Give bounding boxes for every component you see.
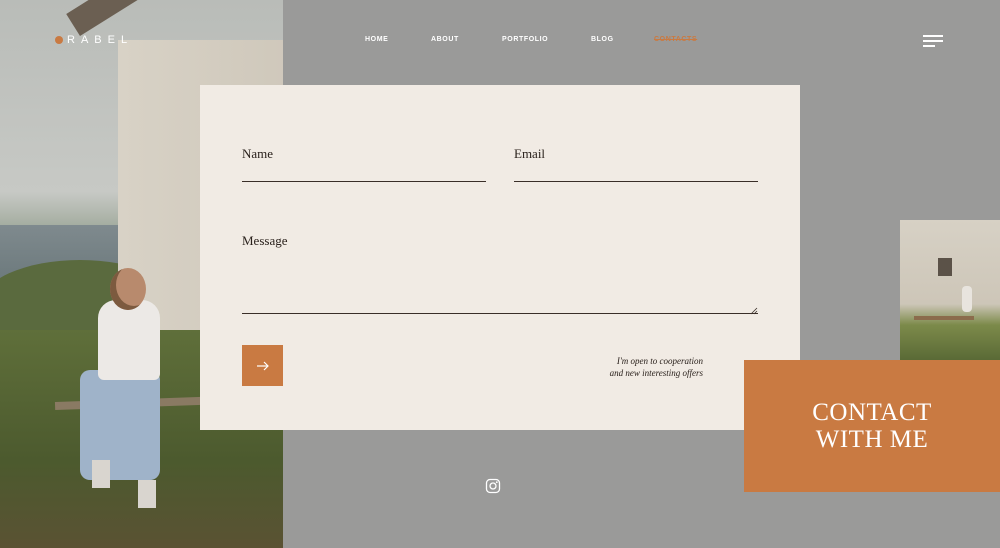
instagram-icon[interactable] [485,478,501,494]
cooperation-note: I'm open to cooperation and new interest… [560,355,703,379]
menu-line [923,40,943,42]
photo-person-top [98,300,160,380]
menu-line [923,45,935,47]
photo-person-head [110,268,146,310]
main-nav: HOME ABOUT PORTFOLIO BLOG CONTACTS [0,36,1000,50]
menu-line [923,35,943,37]
photo-person-boot [92,460,110,488]
message-field[interactable] [242,313,758,314]
arrow-right-icon [256,361,269,370]
name-label: Name [242,146,274,161]
nav-item-contacts[interactable]: CONTACTS [654,36,697,43]
photo-window [938,258,952,276]
email-field[interactable] [514,181,758,182]
secondary-photo [900,220,1000,360]
contact-with-me-banner: CONTACT WITH ME [744,360,1000,492]
note-line-2: and new interesting offers [609,368,703,378]
nav-item-portfolio[interactable]: PORTFOLIO [502,36,548,43]
photo-person [962,286,972,312]
name-field[interactable] [242,181,486,182]
nav-item-home[interactable]: HOME [365,36,388,43]
message-label: Message [242,233,288,248]
note-line-1: I'm open to cooperation [616,356,703,366]
contact-heading-line-1: CONTACT [812,399,932,426]
resize-handle-icon[interactable] [750,307,758,315]
photo-person-boot [138,480,156,508]
nav-item-about[interactable]: ABOUT [431,36,459,43]
contact-form-card: Name Email Message I'm open to cooperati… [200,85,800,430]
photo-roof [66,0,276,36]
hamburger-menu-icon[interactable] [923,34,945,48]
photo-bench [914,316,974,320]
send-button[interactable] [242,345,283,386]
contact-heading-line-2: WITH ME [815,426,929,453]
email-label: Email [514,146,546,161]
nav-item-blog[interactable]: BLOG [591,36,614,43]
